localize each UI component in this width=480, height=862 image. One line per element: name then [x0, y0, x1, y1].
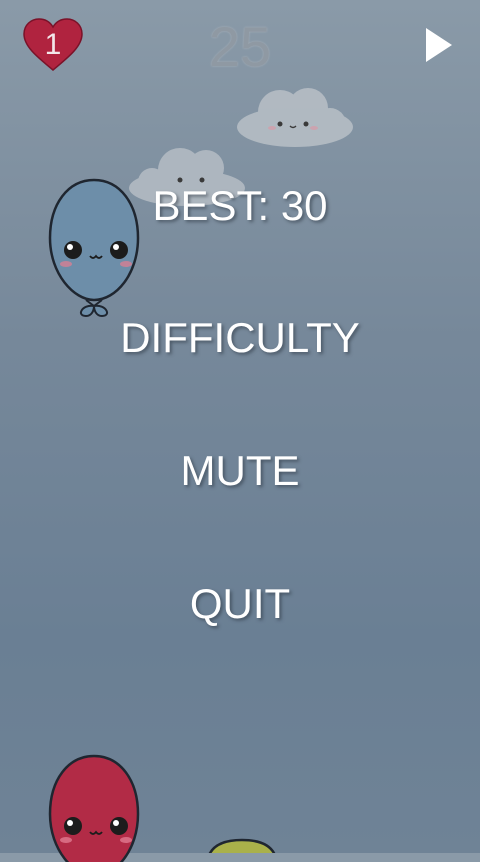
best-score-label: BEST: 30 [152, 182, 328, 229]
difficulty-button[interactable]: DIFFICULTY [0, 314, 480, 362]
mute-button[interactable]: MUTE [0, 447, 480, 495]
quit-button[interactable]: QUIT [0, 580, 480, 628]
pause-menu: BEST: 30 DIFFICULTY MUTE QUIT [0, 0, 480, 853]
